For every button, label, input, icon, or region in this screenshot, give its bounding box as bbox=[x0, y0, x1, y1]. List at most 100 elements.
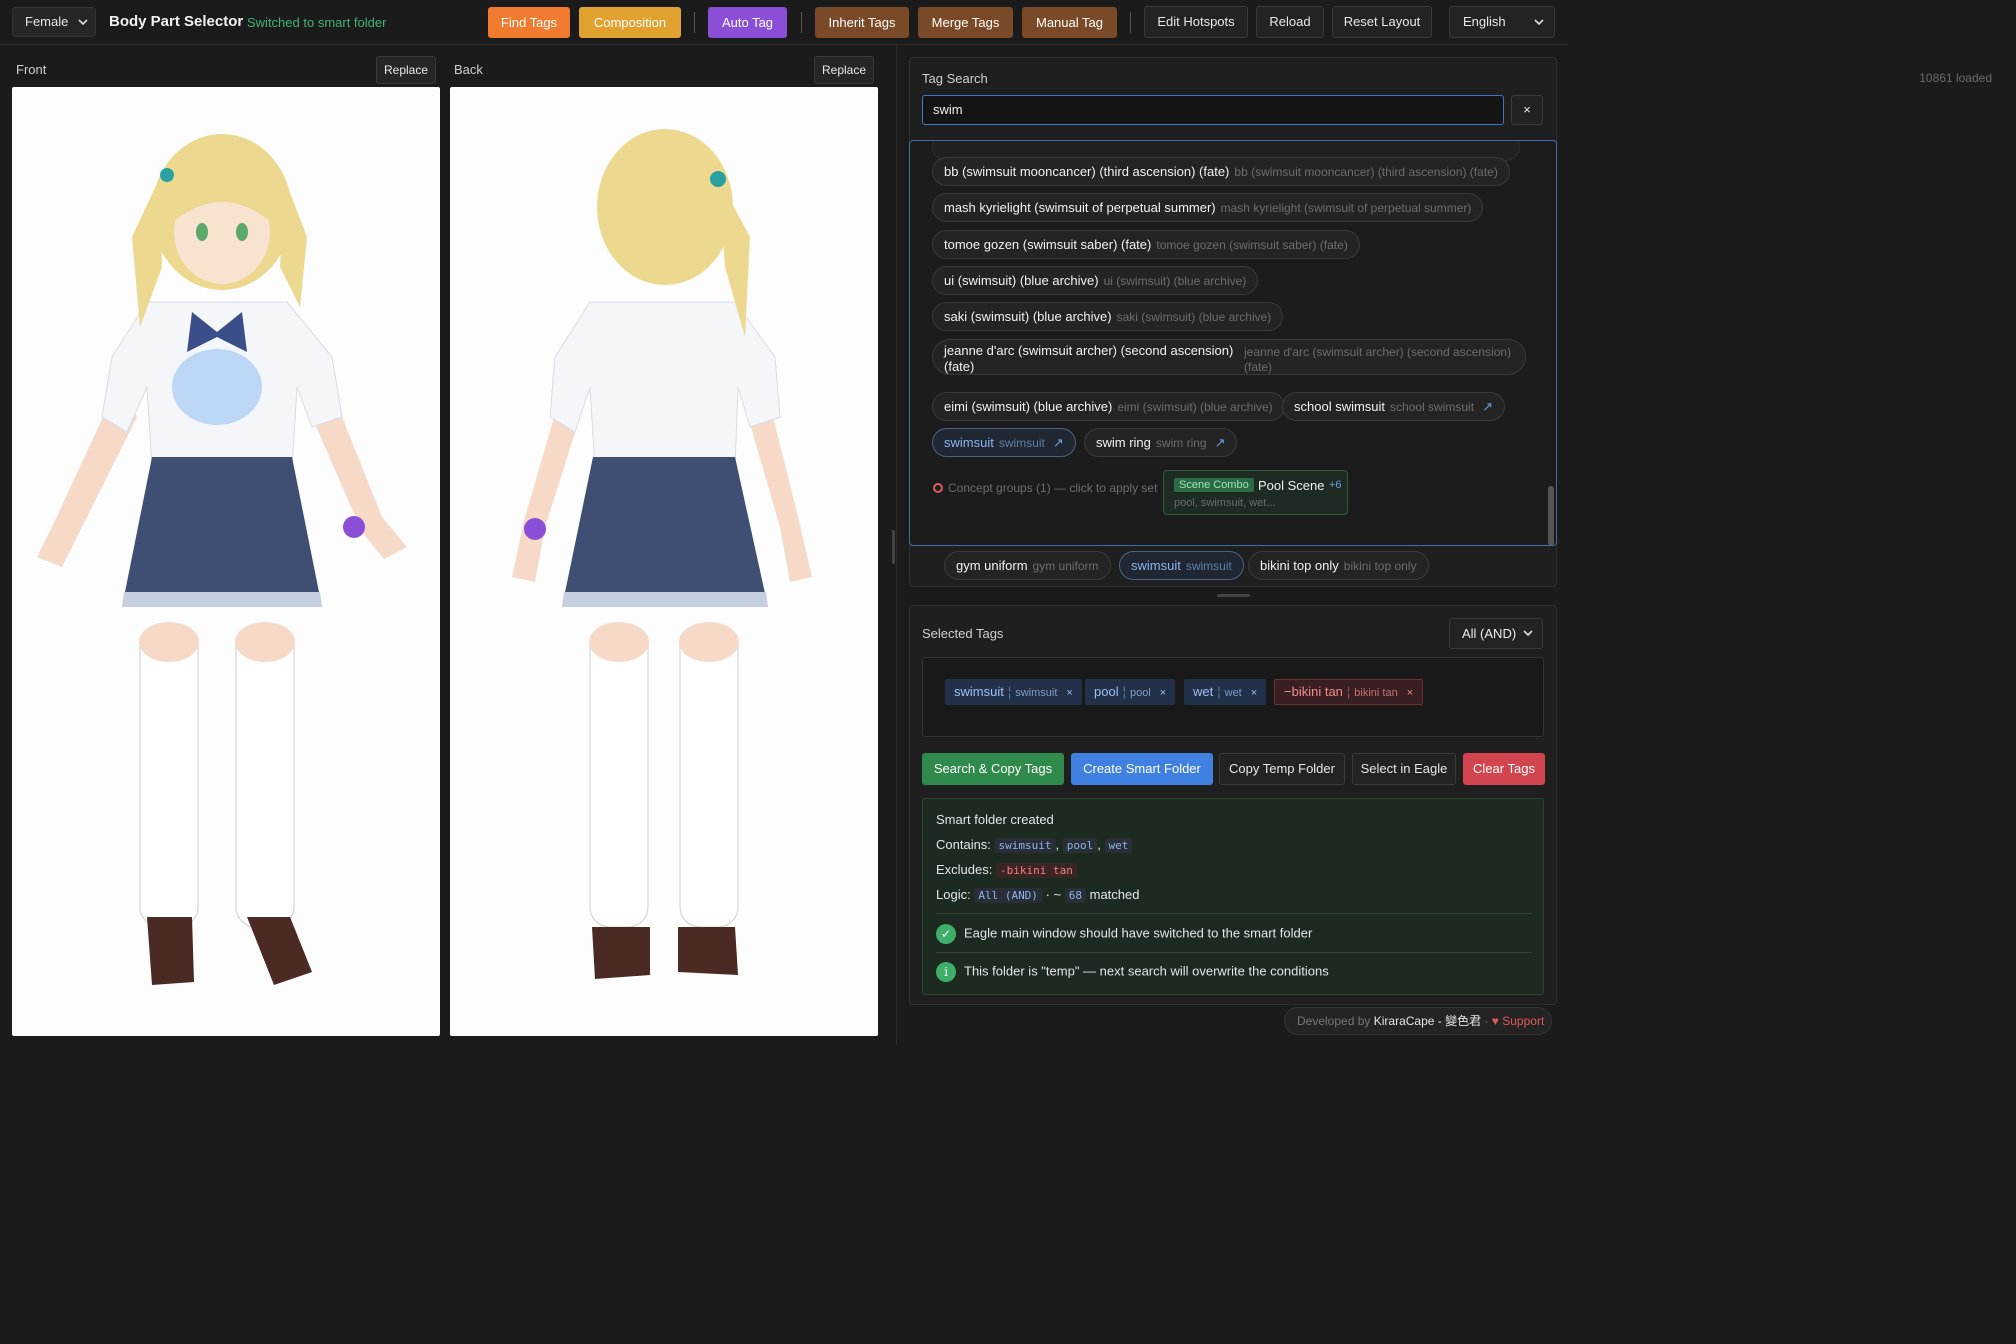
clear-search-button[interactable]: × bbox=[1511, 95, 1543, 125]
search-result-chip[interactable]: tomoe gozen (swimsuit saber) (fate) tomoe… bbox=[932, 230, 1360, 259]
tag-alias: school swimsuit bbox=[1390, 400, 1475, 414]
selected-tag[interactable]: wet ¦ wet × bbox=[1184, 679, 1267, 705]
contains-tag: swimsuit bbox=[994, 838, 1056, 853]
back-view-label: Back bbox=[454, 62, 483, 77]
search-result-chip[interactable]: jeanne d'arc (swimsuit archer) (second a… bbox=[932, 339, 1526, 375]
tag-alias: eimi (swimsuit) (blue archive) bbox=[1117, 400, 1273, 414]
tag-name: school swimsuit bbox=[1294, 399, 1386, 414]
tag-separator: ¦ bbox=[1217, 684, 1221, 699]
top-toolbar: Female Body Part Selector Switched to sm… bbox=[0, 0, 1568, 45]
panel-resize-handle[interactable] bbox=[1217, 594, 1250, 597]
target-icon bbox=[933, 483, 943, 493]
selected-tag[interactable]: pool ¦ pool × bbox=[1085, 679, 1176, 705]
search-result-chip[interactable]: eimi (swimsuit) (blue archive) eimi (swim… bbox=[932, 392, 1285, 421]
tag-alias: jeanne d'arc (swimsuit archer) (second a… bbox=[1244, 345, 1512, 374]
tag-alias: swimsuit bbox=[1015, 687, 1058, 699]
remove-tag-icon[interactable]: × bbox=[1160, 687, 1166, 699]
concept-groups-text: Concept groups (1) — click to apply set bbox=[948, 481, 1158, 495]
tag-name: bb (swimsuit mooncancer) (third ascensio… bbox=[944, 164, 1230, 179]
suggested-tag-chip[interactable]: swimsuit swimsuit bbox=[1119, 551, 1244, 580]
tag-alias: swimsuit bbox=[998, 436, 1045, 450]
app-title: Body Part Selector bbox=[109, 13, 244, 30]
suggested-tag-chip[interactable]: gym uniform gym uniform bbox=[944, 551, 1111, 580]
reload-button[interactable]: Reload bbox=[1256, 6, 1324, 38]
tag-name: pool bbox=[1094, 684, 1119, 699]
merge-tags-button[interactable]: Merge Tags bbox=[918, 7, 1013, 38]
find-tags-button[interactable]: Find Tags bbox=[488, 7, 570, 38]
external-link-icon[interactable]: ↗ bbox=[1053, 435, 1064, 450]
tag-alias: pool bbox=[1129, 687, 1151, 699]
tag-alias: tomoe gozen (swimsuit saber) (fate) bbox=[1156, 238, 1348, 252]
toolbar-divider bbox=[801, 12, 802, 33]
replace-back-button[interactable]: Replace bbox=[814, 56, 874, 84]
combo-tags-preview: pool, swimsuit, wet... bbox=[1174, 497, 1276, 509]
excludes-tag: -bikini tan bbox=[996, 863, 1077, 878]
tag-name: swimsuit bbox=[954, 684, 1004, 699]
reset-layout-button[interactable]: Reset Layout bbox=[1332, 6, 1432, 38]
combo-name: Pool Scene bbox=[1258, 478, 1325, 493]
result-note-info: i This folder is "temp" — next search wil… bbox=[936, 962, 1329, 982]
tags-loaded-count: 10861 loaded bbox=[1919, 71, 1992, 85]
result-excludes-row: Excludes: -bikini tan bbox=[936, 862, 1077, 878]
tag-name: −bikini tan bbox=[1284, 684, 1343, 699]
replace-front-button[interactable]: Replace bbox=[376, 56, 436, 84]
logic-label: Logic: bbox=[936, 887, 971, 902]
concept-combo-card[interactable]: Scene Combo Pool Scene +6 pool, swimsuit… bbox=[1163, 470, 1348, 515]
search-result-chip[interactable]: swim ring swim ring ↗ bbox=[1084, 428, 1238, 457]
excludes-label: Excludes: bbox=[936, 862, 993, 877]
language-select[interactable]: English bbox=[1449, 6, 1555, 38]
gender-select[interactable]: Female bbox=[12, 7, 96, 37]
create-smart-folder-button[interactable]: Create Smart Folder bbox=[1071, 753, 1213, 785]
inherit-tags-button[interactable]: Inherit Tags bbox=[815, 7, 909, 38]
developer-footer: Developed by KiraraCape - 變色君 · ♥ Suppor… bbox=[1284, 1007, 1552, 1035]
combo-more-count: +6 bbox=[1329, 479, 1342, 491]
check-circle-icon: ✓ bbox=[936, 924, 956, 944]
select-in-eagle-button[interactable]: Select in Eagle bbox=[1352, 753, 1456, 785]
chevron-down-icon bbox=[1522, 619, 1534, 648]
selected-tag[interactable]: swimsuit ¦ swimsuit × bbox=[945, 679, 1082, 705]
search-result-chip[interactable]: saki (swimsuit) (blue archive) saki (swim… bbox=[932, 302, 1284, 331]
tag-alias: swimsuit bbox=[1185, 559, 1232, 573]
panel-divider bbox=[896, 45, 897, 1045]
search-copy-tags-button[interactable]: Search & Copy Tags bbox=[922, 753, 1064, 785]
excluded-tag[interactable]: −bikini tan ¦ bikini tan × bbox=[1274, 679, 1424, 705]
front-body-canvas[interactable] bbox=[12, 87, 440, 1036]
scene-combo-badge: Scene Combo bbox=[1174, 478, 1254, 492]
tag-alias: wet bbox=[1224, 687, 1242, 699]
tag-alias: gym uniform bbox=[1032, 559, 1099, 573]
external-link-icon[interactable]: ↗ bbox=[1482, 399, 1493, 414]
external-link-icon[interactable]: ↗ bbox=[1215, 435, 1226, 450]
search-result-chip[interactable]: ui (swimsuit) (blue archive) ui (swimsuit… bbox=[932, 266, 1259, 295]
tag-separator: ¦ bbox=[1346, 684, 1351, 699]
back-body-canvas[interactable] bbox=[450, 87, 878, 1036]
remove-tag-icon[interactable]: × bbox=[1251, 687, 1257, 699]
suggested-tag-chip[interactable]: bikini top only bikini top only bbox=[1248, 551, 1429, 580]
manual-tag-button[interactable]: Manual Tag bbox=[1022, 7, 1117, 38]
tag-name: gym uniform bbox=[956, 558, 1028, 573]
auto-tag-button[interactable]: Auto Tag bbox=[708, 7, 787, 38]
panel-resize-handle[interactable] bbox=[892, 530, 895, 564]
copy-temp-folder-button[interactable]: Copy Temp Folder bbox=[1219, 753, 1345, 785]
remove-tag-icon[interactable]: × bbox=[1066, 687, 1072, 699]
tag-name: wet bbox=[1193, 684, 1214, 699]
info-circle-icon: i bbox=[936, 962, 956, 982]
tag-name: swimsuit bbox=[1131, 558, 1181, 573]
tag-name: tomoe gozen (swimsuit saber) (fate) bbox=[944, 237, 1152, 252]
remove-tag-icon[interactable]: × bbox=[1407, 687, 1413, 699]
edit-hotspots-button[interactable]: Edit Hotspots bbox=[1144, 6, 1248, 38]
search-result-chip[interactable]: mash kyrielight (swimsuit of perpetual s… bbox=[932, 193, 1484, 222]
tag-name: saki (swimsuit) (blue archive) bbox=[944, 309, 1112, 324]
clear-tags-button[interactable]: Clear Tags bbox=[1463, 753, 1545, 785]
search-result-chip[interactable]: swimsuit swimsuit ↗ bbox=[932, 428, 1076, 457]
approx-symbol: · ~ bbox=[1045, 887, 1062, 902]
tag-alias: saki (swimsuit) (blue archive) bbox=[1116, 310, 1272, 324]
composition-button[interactable]: Composition bbox=[579, 7, 681, 38]
search-result-chip[interactable]: bb (swimsuit mooncancer) (third ascensio… bbox=[932, 157, 1510, 186]
tag-separator: ¦ bbox=[1122, 684, 1126, 699]
logic-select[interactable]: All (AND) bbox=[1449, 618, 1543, 649]
search-result-chip[interactable]: school swimsuit school swimsuit ↗ bbox=[1282, 392, 1505, 421]
results-scrollbar[interactable] bbox=[1548, 486, 1554, 545]
support-link[interactable]: ♥ Support bbox=[1492, 1014, 1545, 1028]
tag-search-input[interactable]: swim bbox=[922, 95, 1504, 125]
tag-name: bikini top only bbox=[1260, 558, 1339, 573]
